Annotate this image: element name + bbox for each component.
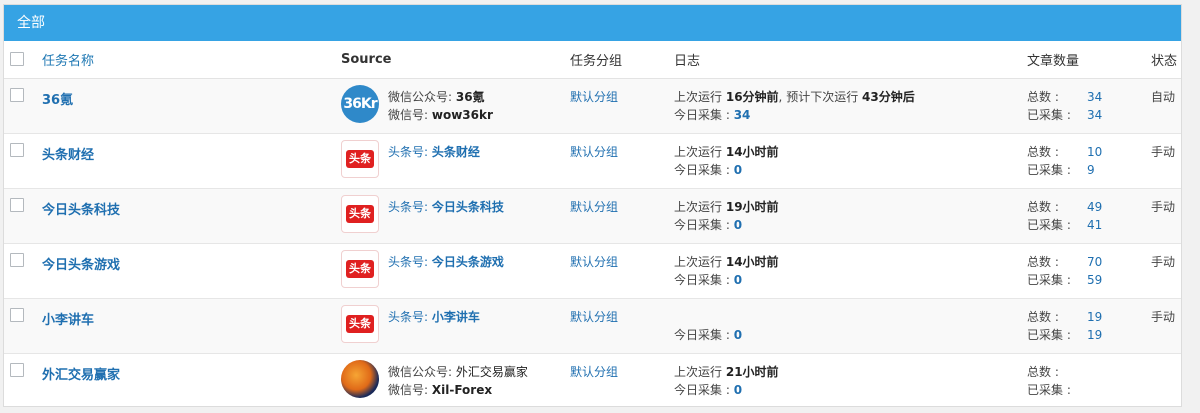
collected-count[interactable]: 34 (1087, 106, 1102, 124)
total-count[interactable]: 19 (1087, 308, 1102, 326)
row-checkbox[interactable] (10, 143, 24, 157)
panel-header: 全部 (4, 5, 1181, 41)
column-header-log: 日志 (674, 41, 1027, 79)
today-count: 34 (733, 108, 751, 122)
select-all-checkbox[interactable] (10, 51, 24, 66)
collected-count[interactable]: 9 (1087, 161, 1095, 179)
total-count[interactable]: 70 (1087, 253, 1102, 271)
source-name: 36氪 (455, 90, 485, 104)
toutiao-logo-icon: 头条 (341, 195, 379, 233)
toutiao-logo-icon: 头条 (341, 140, 379, 178)
source-type-label: 头条号: (388, 145, 432, 159)
total-count[interactable]: 10 (1087, 143, 1102, 161)
column-header-name[interactable]: 任务名称 (42, 41, 341, 79)
source-id: wow36kr (431, 108, 493, 122)
collected-count[interactable]: 19 (1087, 326, 1102, 344)
article-stats: 总数 :70 已采集 :59 (1027, 253, 1103, 289)
today-count: 0 (733, 218, 743, 232)
table-row: 外汇交易赢家 微信公众号: 外汇交易赢家 微信号: Xil-Forex 默认分组… (4, 354, 1181, 407)
row-checkbox[interactable] (10, 88, 24, 102)
today-count: 0 (733, 383, 743, 397)
task-name-link[interactable]: 小李讲车 (42, 308, 94, 328)
36kr-logo-icon: 36Kr (341, 85, 379, 123)
task-group-link[interactable]: 默认分组 (570, 310, 618, 324)
article-stats: 总数 :10 已采集 :9 (1027, 143, 1103, 179)
today-count: 0 (733, 163, 743, 177)
task-log: 上次运行 14小时前 今日采集 : 0 (674, 145, 779, 177)
task-log: 上次运行 14小时前 今日采集 : 0 (674, 255, 779, 287)
row-checkbox[interactable] (10, 253, 24, 267)
today-count: 0 (733, 273, 743, 287)
source-id-label: 微信号: (388, 108, 432, 122)
today-count: 0 (733, 328, 743, 342)
task-group-link[interactable]: 默认分组 (570, 200, 618, 214)
table-row: 36氪 36Kr 微信公众号: 36氪 微信号: wow36kr 默认分组 上次… (4, 78, 1181, 134)
article-stats: 总数 : 已采集 : (1027, 365, 1071, 397)
column-header-group: 任务分组 (570, 41, 674, 79)
collected-count[interactable]: 41 (1087, 216, 1102, 234)
source-name: 外汇交易赢家 (455, 365, 528, 379)
task-group-link[interactable]: 默认分组 (570, 365, 618, 379)
toutiao-logo-icon: 头条 (341, 305, 379, 343)
table-row: 头条财经 头条 头条号: 头条财经 默认分组 上次运行 14小时前 今日采集 :… (4, 133, 1181, 189)
task-name-link[interactable]: 外汇交易赢家 (42, 363, 120, 383)
total-count[interactable]: 49 (1087, 198, 1102, 216)
table-row: 今日头条游戏 头条 头条号: 今日头条游戏 默认分组 上次运行 14小时前 今日… (4, 243, 1181, 299)
source-name-link[interactable]: 小李讲车 (432, 310, 480, 324)
source-type-label: 微信公众号: (388, 365, 456, 379)
article-stats: 总数 :49 已采集 :41 (1027, 198, 1103, 234)
task-name-link[interactable]: 头条财经 (42, 143, 94, 163)
status-label: 手动 (1151, 200, 1176, 214)
source-id: Xil-Forex (431, 383, 493, 397)
source-id-label: 微信号: (388, 383, 432, 397)
source-name-link[interactable]: 今日头条科技 (432, 200, 504, 214)
status-label: 手动 (1151, 310, 1176, 324)
task-name-link[interactable]: 今日头条游戏 (42, 253, 120, 273)
toutiao-logo-icon: 头条 (341, 250, 379, 288)
row-checkbox[interactable] (10, 363, 24, 377)
status-label: 手动 (1151, 255, 1176, 269)
column-header-status: 状态 (1151, 41, 1181, 79)
column-header-count: 文章数量 (1027, 41, 1151, 79)
article-stats: 总数 :34 已采集 :34 (1027, 88, 1103, 124)
source-type-label: 头条号: (388, 310, 432, 324)
task-list-panel: 全部 任务名称 Source 任务分组 日志 文章数量 状态 36氪 36Kr … (3, 4, 1182, 407)
task-log: 今日采集 : 0 (674, 328, 743, 342)
table-header-row: 任务名称 Source 任务分组 日志 文章数量 状态 (4, 41, 1181, 79)
source-type-label: 头条号: (388, 200, 432, 214)
task-log: 上次运行 21小时前 今日采集 : 0 (674, 365, 779, 397)
source-type-label: 微信公众号: (388, 90, 456, 104)
task-table: 任务名称 Source 任务分组 日志 文章数量 状态 36氪 36Kr 微信公… (4, 41, 1181, 407)
source-name-link[interactable]: 今日头条游戏 (432, 255, 504, 269)
task-group-link[interactable]: 默认分组 (570, 145, 618, 159)
source-type-label: 头条号: (388, 255, 432, 269)
status-label: 手动 (1151, 145, 1176, 159)
column-header-source: Source (341, 41, 570, 79)
forex-logo-icon (341, 360, 379, 398)
status-label: 自动 (1151, 90, 1176, 104)
task-name-link[interactable]: 今日头条科技 (42, 198, 120, 218)
article-stats: 总数 :19 已采集 :19 (1027, 308, 1103, 344)
task-log: 上次运行 19小时前 今日采集 : 0 (674, 200, 779, 232)
task-group-link[interactable]: 默认分组 (570, 90, 618, 104)
row-checkbox[interactable] (10, 308, 24, 322)
row-checkbox[interactable] (10, 198, 24, 212)
task-name-link[interactable]: 36氪 (42, 88, 73, 108)
collected-count[interactable]: 59 (1087, 271, 1102, 289)
table-row: 小李讲车 头条 头条号: 小李讲车 默认分组 今日采集 : 0 总数: 19 … (4, 298, 1181, 354)
total-count[interactable]: 34 (1087, 88, 1102, 106)
task-group-link[interactable]: 默认分组 (570, 255, 618, 269)
source-name-link[interactable]: 头条财经 (432, 145, 480, 159)
table-row: 今日头条科技 头条 头条号: 今日头条科技 默认分组 上次运行 19小时前 今日… (4, 188, 1181, 244)
task-log: 上次运行 16分钟前, 预计下次运行 43分钟后 今日采集 : 34 (674, 90, 915, 122)
